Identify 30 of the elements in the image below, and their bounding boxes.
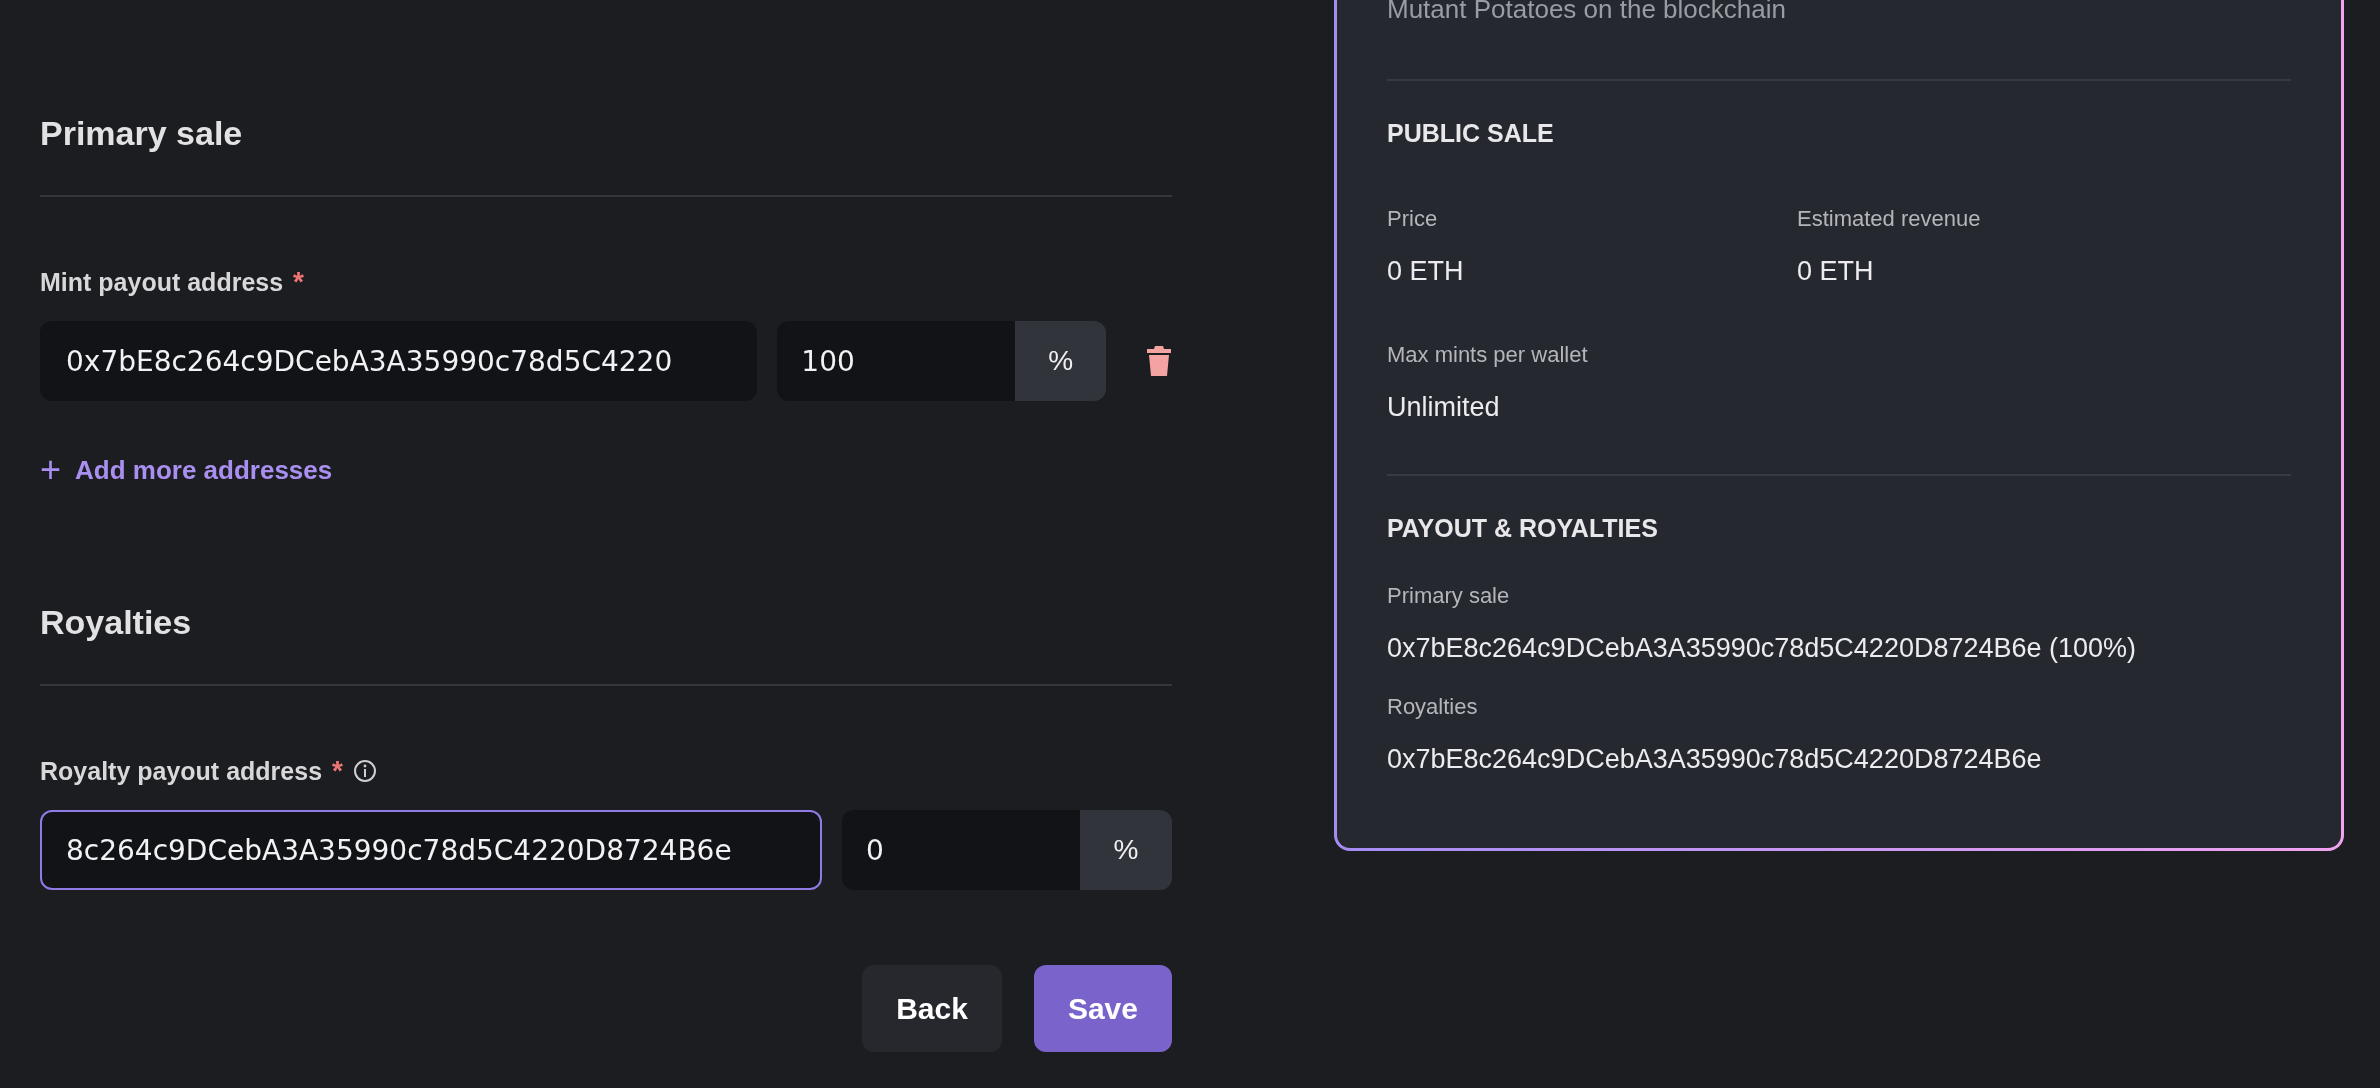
summary-value: 0x7bE8c264c9DCebA3A35990c78d5C4220D8724B6e <box>1387 744 2042 774</box>
trash-icon[interactable] <box>1146 345 1172 377</box>
summary-label: Max mints per wallet <box>1387 343 1588 367</box>
percent-unit: % <box>1015 321 1106 401</box>
section-heading: Royalties <box>40 602 193 642</box>
summary-value: Unlimited <box>1387 392 1500 422</box>
summary-label: Primary sale <box>1387 584 1510 608</box>
required-mark: * <box>332 755 343 787</box>
summary-value: 0x7bE8c264c9DCebA3A35990c78d5C4220D8724B6e (100%) <box>1387 633 2137 663</box>
field-label: Mint payout address <box>40 267 284 297</box>
collection-description: Mutant Potatoes on the blockchain <box>1387 0 1787 26</box>
add-addresses-link[interactable]: + Add more addresses <box>40 455 333 485</box>
percent-input-field[interactable]: 0 <box>842 810 1080 890</box>
section-heading: Primary sale <box>40 113 244 153</box>
field-label: Royalty payout address <box>40 756 323 786</box>
summary-heading: PAYOUT & ROYALTIES <box>1387 513 1659 543</box>
required-mark: * <box>293 266 304 298</box>
summary-label: Royalties <box>1387 695 1478 719</box>
summary-label: Price <box>1387 207 1438 231</box>
percent-unit: % <box>1080 810 1172 890</box>
summary-heading: PUBLIC SALE <box>1387 118 1555 148</box>
save-button[interactable]: Save <box>1033 965 1172 1052</box>
percent-input-field[interactable]: 100 <box>777 321 1016 401</box>
summary-value: 0 ETH <box>1387 256 1464 286</box>
back-button[interactable]: Back <box>862 965 1002 1052</box>
address-input-field[interactable]: 0x7bE8c264c9DCebA3A35990c78d5C4220 <box>40 321 758 401</box>
summary-value: 0 ETH <box>1797 256 1874 286</box>
address-input-field[interactable]: 8c264c9DCebA3A35990c78d5C4220D8724B6e <box>40 810 822 890</box>
info-icon[interactable] <box>352 759 377 783</box>
summary-label: Estimated revenue <box>1797 207 1981 231</box>
